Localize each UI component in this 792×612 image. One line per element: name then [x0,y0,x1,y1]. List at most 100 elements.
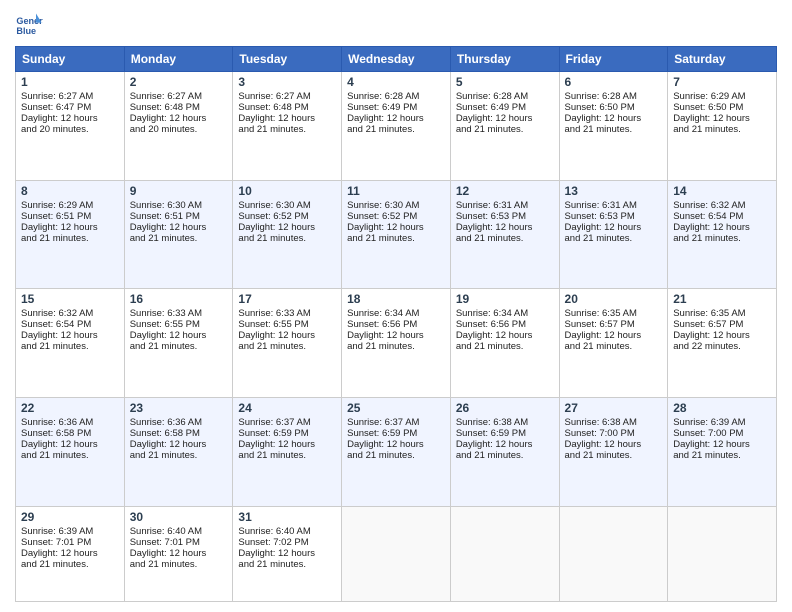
day-info-line: Daylight: 12 hours [130,330,228,341]
day-info-line: Sunrise: 6:36 AM [130,417,228,428]
day-info-line: Sunset: 6:53 PM [456,211,554,222]
day-info-line: Daylight: 12 hours [673,222,771,233]
day-number: 27 [565,401,663,415]
day-number: 25 [347,401,445,415]
calendar-cell: 15Sunrise: 6:32 AMSunset: 6:54 PMDayligh… [16,289,125,398]
day-info-line: and 21 minutes. [347,124,445,135]
calendar-cell: 24Sunrise: 6:37 AMSunset: 6:59 PMDayligh… [233,398,342,507]
day-info-line: Sunset: 6:59 PM [456,428,554,439]
day-info-line: and 21 minutes. [238,233,336,244]
calendar-week-row: 15Sunrise: 6:32 AMSunset: 6:54 PMDayligh… [16,289,777,398]
day-info-line: and 21 minutes. [21,341,119,352]
day-info-line: Sunrise: 6:38 AM [456,417,554,428]
day-info-line: Sunrise: 6:28 AM [565,91,663,102]
day-info-line: and 21 minutes. [238,124,336,135]
calendar-week-row: 1Sunrise: 6:27 AMSunset: 6:47 PMDaylight… [16,72,777,181]
weekday-header-monday: Monday [124,47,233,72]
calendar-cell: 17Sunrise: 6:33 AMSunset: 6:55 PMDayligh… [233,289,342,398]
calendar-cell: 4Sunrise: 6:28 AMSunset: 6:49 PMDaylight… [342,72,451,181]
day-info-line: Sunset: 6:48 PM [130,102,228,113]
day-info-line: Daylight: 12 hours [130,222,228,233]
day-number: 8 [21,184,119,198]
day-info-line: Sunset: 6:47 PM [21,102,119,113]
day-number: 22 [21,401,119,415]
weekday-header-saturday: Saturday [668,47,777,72]
calendar-cell: 29Sunrise: 6:39 AMSunset: 7:01 PMDayligh… [16,506,125,601]
day-info-line: Sunrise: 6:28 AM [456,91,554,102]
day-number: 23 [130,401,228,415]
day-info-line: Sunset: 7:01 PM [130,537,228,548]
day-info-line: Sunrise: 6:31 AM [565,200,663,211]
day-info-line: Sunset: 6:59 PM [347,428,445,439]
day-info-line: Sunset: 7:00 PM [565,428,663,439]
day-info-line: Sunset: 6:49 PM [456,102,554,113]
day-info-line: Sunset: 6:56 PM [456,319,554,330]
day-info-line: and 21 minutes. [673,124,771,135]
day-info-line: Sunrise: 6:39 AM [673,417,771,428]
day-info-line: and 21 minutes. [130,233,228,244]
day-info-line: Sunset: 6:52 PM [347,211,445,222]
day-number: 29 [21,510,119,524]
calendar-cell: 13Sunrise: 6:31 AMSunset: 6:53 PMDayligh… [559,180,668,289]
calendar-cell: 6Sunrise: 6:28 AMSunset: 6:50 PMDaylight… [559,72,668,181]
day-info-line: Daylight: 12 hours [238,439,336,450]
day-number: 18 [347,292,445,306]
day-info-line: and 21 minutes. [238,341,336,352]
day-info-line: Daylight: 12 hours [456,113,554,124]
day-info-line: and 20 minutes. [130,124,228,135]
day-info-line: and 21 minutes. [21,233,119,244]
day-number: 13 [565,184,663,198]
day-info-line: Daylight: 12 hours [456,330,554,341]
calendar-cell [668,506,777,601]
logo-icon: General Blue [15,10,43,38]
day-info-line: and 21 minutes. [238,450,336,461]
day-info-line: Sunset: 7:02 PM [238,537,336,548]
day-info-line: Sunrise: 6:40 AM [130,526,228,537]
calendar-cell: 20Sunrise: 6:35 AMSunset: 6:57 PMDayligh… [559,289,668,398]
day-info-line: Sunrise: 6:37 AM [238,417,336,428]
day-info-line: Sunset: 6:50 PM [565,102,663,113]
day-number: 4 [347,75,445,89]
day-info-line: Sunset: 6:48 PM [238,102,336,113]
day-info-line: Sunset: 6:57 PM [565,319,663,330]
calendar-cell: 5Sunrise: 6:28 AMSunset: 6:49 PMDaylight… [450,72,559,181]
day-number: 24 [238,401,336,415]
calendar-week-row: 29Sunrise: 6:39 AMSunset: 7:01 PMDayligh… [16,506,777,601]
day-number: 14 [673,184,771,198]
calendar-cell: 25 Sunrise: 6:37 AMSunset: 6:59 PMDayligh… [342,398,451,507]
day-info-line: Sunrise: 6:33 AM [238,308,336,319]
day-info-line: Sunset: 6:51 PM [130,211,228,222]
day-number: 12 [456,184,554,198]
day-info-line: and 21 minutes. [673,233,771,244]
day-number: 9 [130,184,228,198]
day-number: 26 [456,401,554,415]
day-info-line: Sunrise: 6:37 AM [347,417,445,428]
day-number: 3 [238,75,336,89]
header: General Blue [15,10,777,38]
day-info-line: Sunset: 6:51 PM [21,211,119,222]
day-info-line: Sunrise: 6:28 AM [347,91,445,102]
day-info-line: Daylight: 12 hours [347,439,445,450]
calendar-cell [342,506,451,601]
calendar-cell [559,506,668,601]
day-info-line: Daylight: 12 hours [21,113,119,124]
calendar-cell: 3Sunrise: 6:27 AMSunset: 6:48 PMDaylight… [233,72,342,181]
day-info-line: and 21 minutes. [347,233,445,244]
day-info-line: Daylight: 12 hours [238,330,336,341]
day-number: 28 [673,401,771,415]
calendar-cell: 21Sunrise: 6:35 AMSunset: 6:57 PMDayligh… [668,289,777,398]
day-info-line: Sunset: 6:58 PM [21,428,119,439]
day-info-line: Sunrise: 6:32 AM [21,308,119,319]
day-number: 20 [565,292,663,306]
calendar-cell: 27Sunrise: 6:38 AMSunset: 7:00 PMDayligh… [559,398,668,507]
calendar-cell: 11Sunrise: 6:30 AMSunset: 6:52 PMDayligh… [342,180,451,289]
day-info-line: Sunset: 6:55 PM [238,319,336,330]
svg-text:Blue: Blue [16,26,36,36]
day-info-line: Daylight: 12 hours [21,548,119,559]
day-info-line: and 21 minutes. [456,341,554,352]
day-info-line: Sunrise: 6:36 AM [21,417,119,428]
day-info-line: and 21 minutes. [565,450,663,461]
day-info-line: Sunrise: 6:35 AM [673,308,771,319]
day-info-line: and 21 minutes. [565,341,663,352]
calendar-table: SundayMondayTuesdayWednesdayThursdayFrid… [15,46,777,602]
